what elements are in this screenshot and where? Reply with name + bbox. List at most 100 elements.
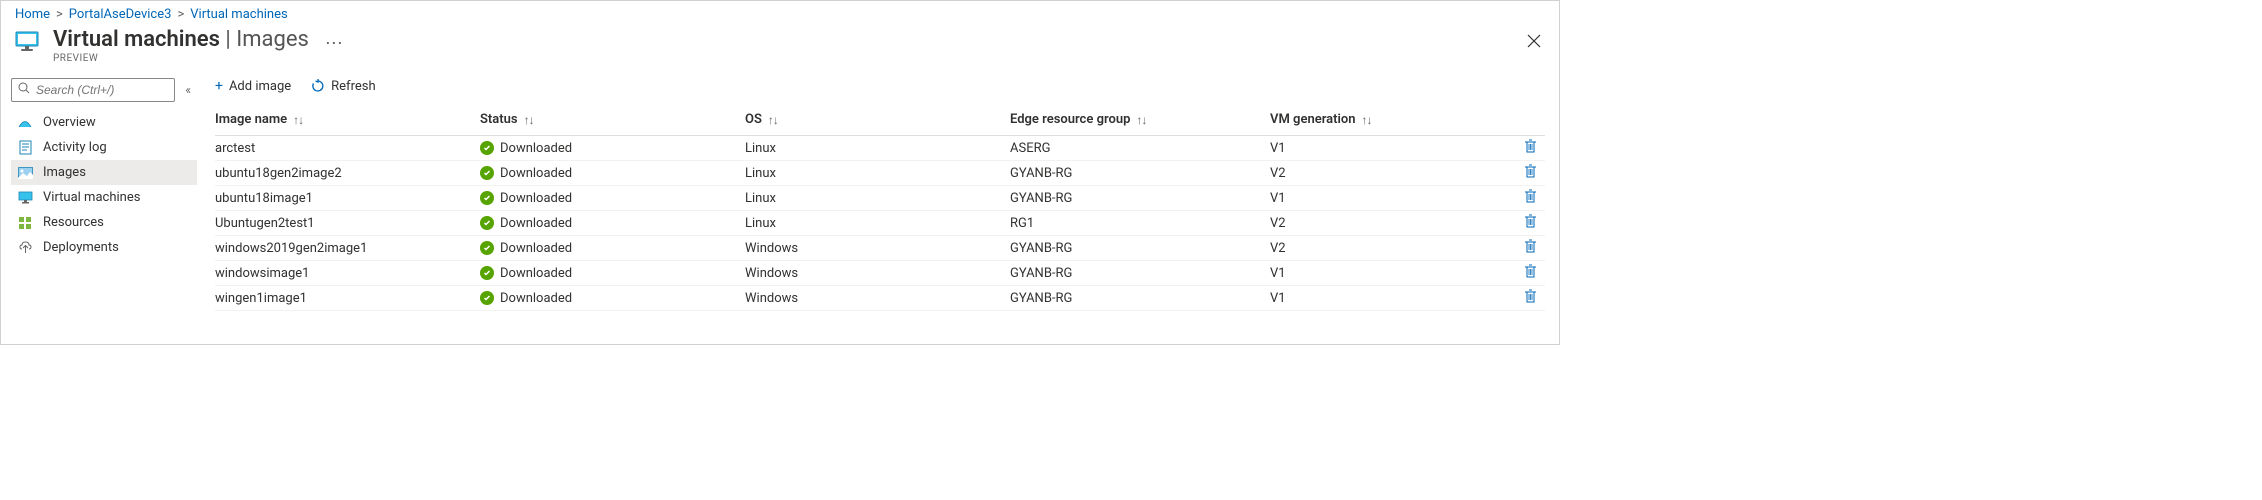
cell-image-name: windows2019gen2image1 xyxy=(215,241,480,256)
more-actions-button[interactable]: ⋯ xyxy=(325,33,343,54)
overview-icon xyxy=(17,118,33,128)
column-header-gen[interactable]: VM generation↑↓ xyxy=(1270,112,1515,127)
collapse-sidebar-button[interactable]: « xyxy=(181,83,195,97)
cell-vm-generation: V2 xyxy=(1270,166,1515,181)
cell-vm-generation: V1 xyxy=(1270,291,1515,306)
cell-status: Downloaded xyxy=(480,241,745,256)
blade-header: Virtual machines | Images PREVIEW ⋯ xyxy=(1,26,1559,72)
cell-status: Downloaded xyxy=(480,141,745,156)
table-row[interactable]: windows2019gen2image1DownloadedWindowsGY… xyxy=(215,236,1545,261)
sidebar-item-label: Images xyxy=(43,165,86,180)
search-input[interactable] xyxy=(36,83,168,97)
cell-vm-generation: V1 xyxy=(1270,191,1515,206)
cell-image-name: ubuntu18gen2image2 xyxy=(215,166,480,181)
cell-resource-group: GYANB-RG xyxy=(1010,291,1270,306)
table-row[interactable]: Ubuntugen2test1DownloadedLinuxRG1V2 xyxy=(215,211,1545,236)
vm-icon xyxy=(15,31,39,57)
sort-icon: ↑↓ xyxy=(524,113,534,127)
search-input-wrapper[interactable] xyxy=(11,78,175,102)
cell-os: Windows xyxy=(745,241,1010,256)
sidebar-item-label: Activity log xyxy=(43,140,107,155)
table-row[interactable]: wingen1image1DownloadedWindowsGYANB-RGV1 xyxy=(215,286,1545,311)
success-icon xyxy=(480,216,494,230)
chevron-right-icon: > xyxy=(56,7,63,22)
sort-icon: ↑↓ xyxy=(293,113,303,127)
deployments-icon xyxy=(17,241,33,254)
column-header-name[interactable]: Image name↑↓ xyxy=(215,112,480,127)
cell-image-name: Ubuntugen2test1 xyxy=(215,216,480,231)
table-header: Image name↑↓ Status↑↓ OS↑↓ Edge resource… xyxy=(215,104,1545,136)
preview-tag: PREVIEW xyxy=(53,53,309,64)
cell-os: Linux xyxy=(745,216,1010,231)
table-row[interactable]: ubuntu18gen2image2DownloadedLinuxGYANB-R… xyxy=(215,161,1545,186)
success-icon xyxy=(480,266,494,280)
delete-button[interactable] xyxy=(1524,139,1537,157)
sidebar-item-label: Deployments xyxy=(43,240,119,255)
sort-icon: ↑↓ xyxy=(768,113,778,127)
page-title: Virtual machines | Images xyxy=(53,28,309,52)
cell-image-name: wingen1image1 xyxy=(215,291,480,306)
cell-resource-group: ASERG xyxy=(1010,141,1270,156)
sidebar-item-resources[interactable]: Resources xyxy=(11,210,197,235)
column-header-rg[interactable]: Edge resource group↑↓ xyxy=(1010,112,1270,127)
sidebar-item-overview[interactable]: Overview xyxy=(11,110,197,135)
search-icon xyxy=(18,82,30,98)
cell-status: Downloaded xyxy=(480,216,745,231)
breadcrumb-home[interactable]: Home xyxy=(15,7,50,22)
cell-resource-group: GYANB-RG xyxy=(1010,191,1270,206)
delete-button[interactable] xyxy=(1524,164,1537,182)
cell-status: Downloaded xyxy=(480,291,745,306)
success-icon xyxy=(480,241,494,255)
vm-icon xyxy=(17,191,33,204)
success-icon xyxy=(480,166,494,180)
close-button[interactable] xyxy=(1527,32,1541,53)
table-row[interactable]: windowsimage1DownloadedWindowsGYANB-RGV1 xyxy=(215,261,1545,286)
delete-button[interactable] xyxy=(1524,214,1537,232)
refresh-icon xyxy=(311,79,325,93)
toolbar: + Add image Refresh xyxy=(215,78,1545,104)
plus-icon: + xyxy=(215,78,223,94)
breadcrumb: Home > PortalAseDevice3 > Virtual machin… xyxy=(1,1,1559,26)
sort-icon: ↑↓ xyxy=(1362,113,1372,127)
delete-button[interactable] xyxy=(1524,189,1537,207)
cell-status: Downloaded xyxy=(480,166,745,181)
cell-vm-generation: V1 xyxy=(1270,141,1515,156)
cell-vm-generation: V2 xyxy=(1270,241,1515,256)
cell-status: Downloaded xyxy=(480,191,745,206)
delete-button[interactable] xyxy=(1524,264,1537,282)
images-table: Image name↑↓ Status↑↓ OS↑↓ Edge resource… xyxy=(215,104,1545,311)
sort-icon: ↑↓ xyxy=(1136,113,1146,127)
cell-resource-group: GYANB-RG xyxy=(1010,266,1270,281)
success-icon xyxy=(480,191,494,205)
cell-resource-group: RG1 xyxy=(1010,216,1270,231)
table-row[interactable]: arctestDownloadedLinuxASERGV1 xyxy=(215,136,1545,161)
cell-os: Linux xyxy=(745,191,1010,206)
cell-status: Downloaded xyxy=(480,266,745,281)
images-icon xyxy=(17,167,33,179)
sidebar-item-deployments[interactable]: Deployments xyxy=(11,235,197,260)
table-row[interactable]: ubuntu18image1DownloadedLinuxGYANB-RGV1 xyxy=(215,186,1545,211)
main-content: + Add image Refresh Image name↑↓ Status↑… xyxy=(201,72,1559,350)
cell-image-name: windowsimage1 xyxy=(215,266,480,281)
add-image-button[interactable]: + Add image xyxy=(215,78,291,94)
cell-os: Windows xyxy=(745,291,1010,306)
delete-button[interactable] xyxy=(1524,239,1537,257)
breadcrumb-device[interactable]: PortalAseDevice3 xyxy=(69,7,172,22)
resources-icon xyxy=(17,216,33,230)
breadcrumb-vms[interactable]: Virtual machines xyxy=(190,7,287,22)
sidebar-item-activity[interactable]: Activity log xyxy=(11,135,197,160)
sidebar: « Overview Activity log Images Virtual mach… xyxy=(1,72,201,350)
sidebar-item-label: Overview xyxy=(43,115,96,130)
cell-image-name: ubuntu18image1 xyxy=(215,191,480,206)
delete-button[interactable] xyxy=(1524,289,1537,307)
cell-vm-generation: V2 xyxy=(1270,216,1515,231)
sidebar-item-images[interactable]: Images xyxy=(11,160,197,185)
refresh-button[interactable]: Refresh xyxy=(311,79,375,94)
cell-resource-group: GYANB-RG xyxy=(1010,241,1270,256)
column-header-status[interactable]: Status↑↓ xyxy=(480,112,745,127)
sidebar-item-label: Virtual machines xyxy=(43,190,140,205)
cell-resource-group: GYANB-RG xyxy=(1010,166,1270,181)
column-header-os[interactable]: OS↑↓ xyxy=(745,112,1010,127)
sidebar-item-vm[interactable]: Virtual machines xyxy=(11,185,197,210)
cell-vm-generation: V1 xyxy=(1270,266,1515,281)
